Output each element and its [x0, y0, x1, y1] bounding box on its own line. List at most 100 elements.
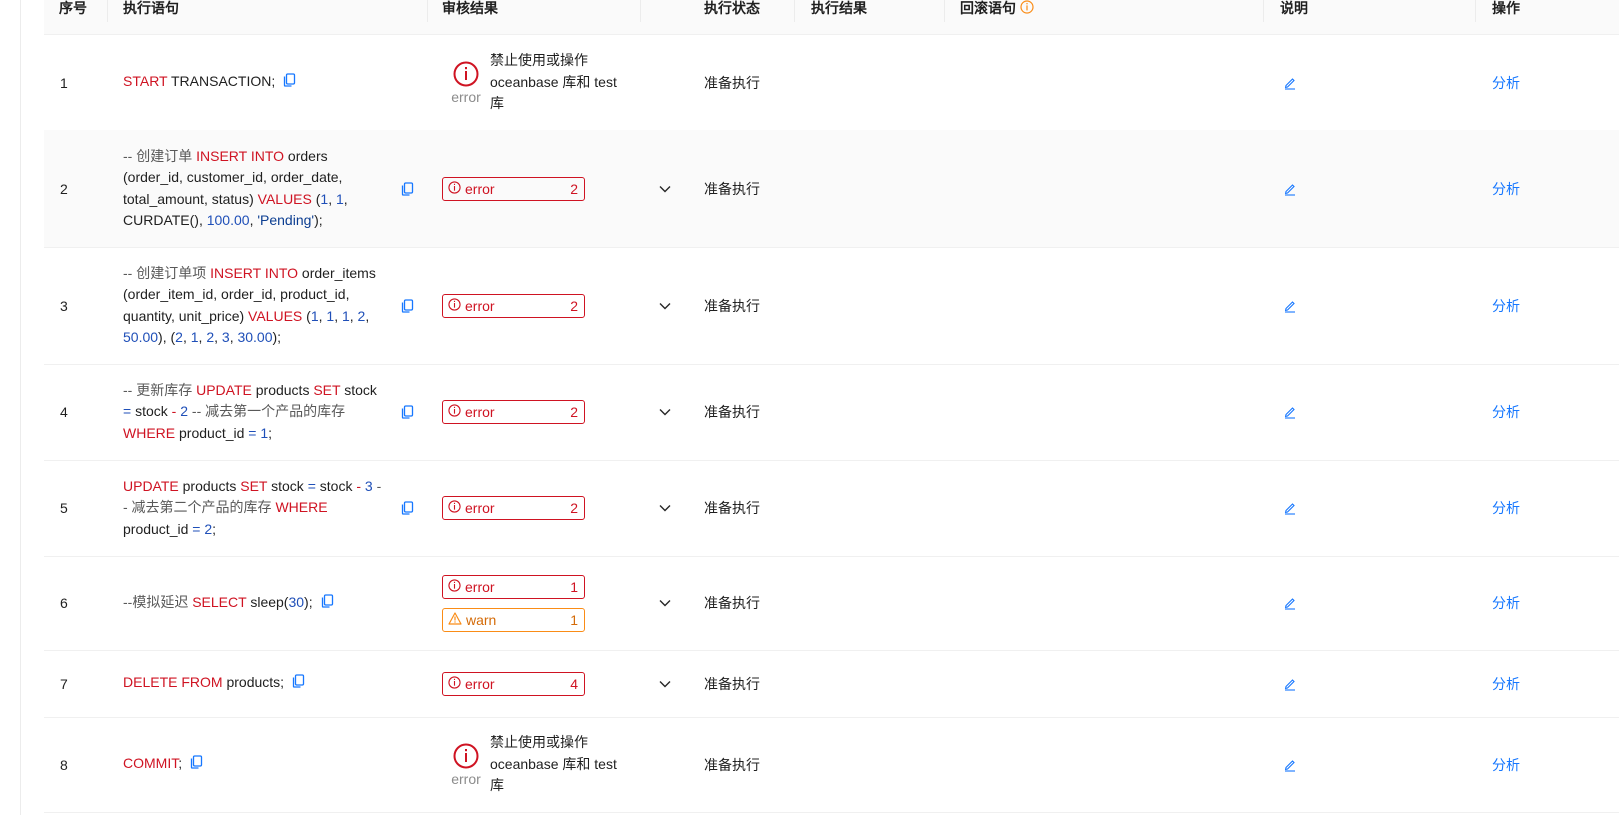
sql-token: products — [251, 381, 314, 398]
exec-status: 准备执行 — [704, 595, 760, 611]
sql-token: stock — [315, 477, 357, 494]
chevron-down-icon[interactable] — [654, 650, 676, 717]
sql-statement: UPDATE products SET stock = stock - 3 --… — [123, 460, 385, 556]
edit-icon[interactable] — [1279, 35, 1301, 130]
badge-label: warn — [466, 611, 497, 628]
analyze-link[interactable]: 分析 — [1492, 130, 1532, 247]
analyze-link[interactable]: 分析 — [1492, 247, 1532, 364]
edit-icon[interactable] — [1279, 364, 1301, 460]
sql-token: -- 减去第一个产品的库存 — [188, 403, 346, 420]
table-row: 5 UPDATE products SET stock = stock - 3 -… — [44, 460, 1619, 557]
sql-token: stock — [267, 477, 308, 494]
error-badge[interactable]: error 2 — [442, 293, 585, 318]
badge-count: 2 — [570, 404, 578, 420]
row-seq: 7 — [60, 675, 68, 692]
audit-result: error 2 — [442, 364, 588, 460]
sql-statement: START TRANSACTION; — [123, 35, 385, 130]
copy-icon[interactable] — [321, 593, 334, 615]
copy-icon[interactable] — [292, 673, 305, 695]
edit-icon[interactable] — [1279, 650, 1301, 717]
chevron-down-icon[interactable] — [654, 460, 676, 556]
error-circle-icon — [448, 500, 461, 516]
col-header-rollback: 回滚语句 — [960, 0, 1034, 34]
copy-icon[interactable] — [395, 460, 419, 556]
edit-icon[interactable] — [1279, 460, 1301, 556]
sql-token: 2 — [175, 329, 183, 345]
chevron-down-icon[interactable] — [654, 247, 676, 364]
analyze-link[interactable]: 分析 — [1492, 650, 1532, 717]
audit-result: error 2 — [442, 247, 588, 364]
sql-token: stock — [340, 381, 377, 398]
sql-token: 2 — [180, 403, 189, 420]
row-seq: 5 — [60, 500, 68, 516]
badge-count: 2 — [570, 180, 578, 197]
copy-icon[interactable] — [395, 130, 419, 247]
copy-icon[interactable] — [395, 247, 419, 364]
sql-token: , — [365, 307, 370, 324]
col-header-exec-status: 执行状态 — [704, 0, 760, 16]
col-header-exec-result: 执行结果 — [811, 0, 867, 16]
sql-token: START — [123, 73, 168, 90]
copy-icon[interactable] — [190, 754, 203, 776]
edit-icon[interactable] — [1279, 556, 1301, 650]
sql-token: 1 — [310, 307, 319, 324]
row-seq: 4 — [60, 404, 68, 420]
sql-statement: -- 更新库存 UPDATE products SET stock = stoc… — [123, 364, 385, 460]
sql-token: sleep( — [246, 593, 289, 610]
sql-token: 2 — [204, 520, 213, 537]
sql-token: SELECT — [192, 593, 247, 610]
edit-icon[interactable] — [1279, 130, 1301, 247]
warn-badge[interactable]: warn 1 — [442, 607, 585, 632]
analyze-link[interactable]: 分析 — [1492, 717, 1532, 812]
error-badge[interactable]: error 1 — [442, 574, 585, 599]
copy-icon[interactable] — [283, 72, 296, 94]
audit-result: error 1 warn 1 — [442, 556, 588, 650]
sql-token: ); — [314, 212, 323, 228]
sql-token: ; — [178, 755, 183, 772]
chevron-down-icon[interactable] — [654, 364, 676, 460]
analyze-link[interactable]: 分析 — [1492, 364, 1532, 460]
col-header-note: 说明 — [1280, 0, 1308, 16]
table-row: 7 DELETE FROM products; error 4 准备执行 分析 — [44, 650, 1619, 718]
sql-token: products — [178, 477, 241, 494]
copy-icon[interactable] — [395, 364, 419, 460]
col-header-action: 操作 — [1492, 0, 1520, 16]
row-seq: 6 — [60, 595, 68, 611]
table-row: 2 -- 创建订单 INSERT INTO orders (order_id, c… — [44, 130, 1619, 248]
info-circle-icon[interactable] — [1020, 0, 1034, 18]
error-badge[interactable]: error 2 — [442, 496, 585, 520]
error-badge[interactable]: error 4 — [442, 671, 585, 696]
sql-token: VALUES — [257, 190, 312, 207]
analyze-link[interactable]: 分析 — [1492, 556, 1532, 650]
edit-icon[interactable] — [1279, 247, 1301, 364]
chevron-down-icon[interactable] — [654, 556, 676, 650]
sql-token: 3 — [221, 329, 230, 345]
sql-token: 1 — [341, 307, 350, 324]
error-circle-icon — [448, 578, 461, 595]
sql-token: 50.00 — [123, 329, 159, 345]
audit-result: error 2 — [442, 130, 588, 247]
sql-statement: COMMIT; — [123, 717, 385, 812]
sql-statement: --模拟延迟 SELECT sleep(30); — [123, 556, 385, 650]
audit-result: error 4 — [442, 650, 588, 717]
badge-count: 4 — [570, 675, 578, 692]
audit-block-label: error — [451, 88, 481, 105]
sql-token: UPDATE — [123, 477, 179, 494]
sql-token: ), ( — [158, 329, 176, 345]
error-badge[interactable]: error 2 — [442, 176, 585, 201]
sql-token: products; — [222, 674, 285, 691]
table-row: 1 START TRANSACTION; error 禁止使用或操作 oceanbas… — [44, 35, 1619, 131]
error-circle-icon — [448, 297, 461, 314]
sql-token: 1 — [190, 329, 199, 345]
chevron-down-icon[interactable] — [654, 130, 676, 247]
sql-token: 100.00 — [206, 212, 250, 228]
exec-status: 准备执行 — [704, 404, 760, 420]
analyze-link[interactable]: 分析 — [1492, 35, 1532, 130]
sql-token: --模拟延迟 — [123, 593, 193, 610]
sql-token: UPDATE — [196, 381, 252, 398]
sql-token: -- 创建订单 — [123, 147, 197, 164]
error-badge[interactable]: error 2 — [442, 400, 585, 424]
analyze-link[interactable]: 分析 — [1492, 460, 1532, 556]
edit-icon[interactable] — [1279, 717, 1301, 812]
sql-token: -- 更新库存 — [123, 381, 197, 398]
